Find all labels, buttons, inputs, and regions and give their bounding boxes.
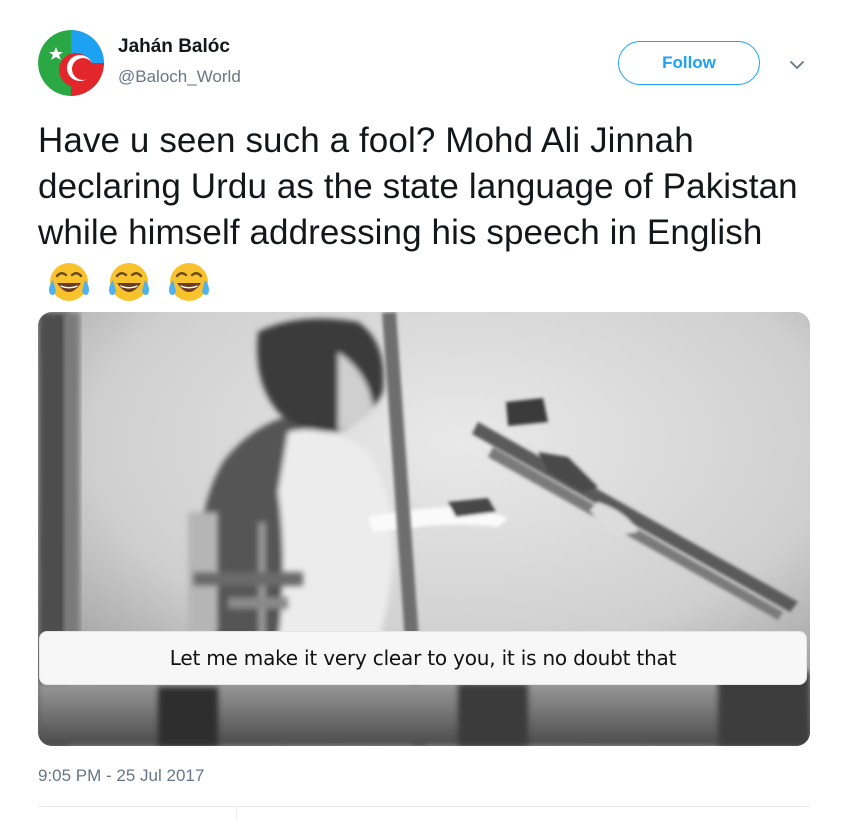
user-handle[interactable]: @Baloch_World xyxy=(118,67,241,87)
video-caption: Let me make it very clear to you, it is … xyxy=(39,631,807,685)
chevron-down-icon[interactable] xyxy=(786,54,808,76)
face-with-tears-of-joy-icon xyxy=(49,262,89,301)
tweet-timestamp[interactable]: 9:05 PM - 25 Jul 2017 xyxy=(38,766,204,786)
divider-tick xyxy=(236,806,237,820)
avatar-image xyxy=(38,30,104,96)
face-with-tears-of-joy-icon xyxy=(108,262,149,301)
video-caption-text: Let me make it very clear to you, it is … xyxy=(169,646,677,670)
follow-button[interactable]: Follow xyxy=(618,41,760,85)
emoji-group xyxy=(46,257,216,305)
divider xyxy=(38,806,810,807)
tweet-text: Have u seen such a fool? Mohd Ali Jinnah… xyxy=(38,118,828,305)
tweet-media-video[interactable]: Let me make it very clear to you, it is … xyxy=(38,312,810,746)
tweet-text-body: Have u seen such a fool? Mohd Ali Jinnah… xyxy=(38,121,798,252)
avatar[interactable] xyxy=(38,30,104,96)
display-name[interactable]: Jahán Balóc xyxy=(118,36,230,58)
face-with-tears-of-joy-icon xyxy=(168,262,209,301)
